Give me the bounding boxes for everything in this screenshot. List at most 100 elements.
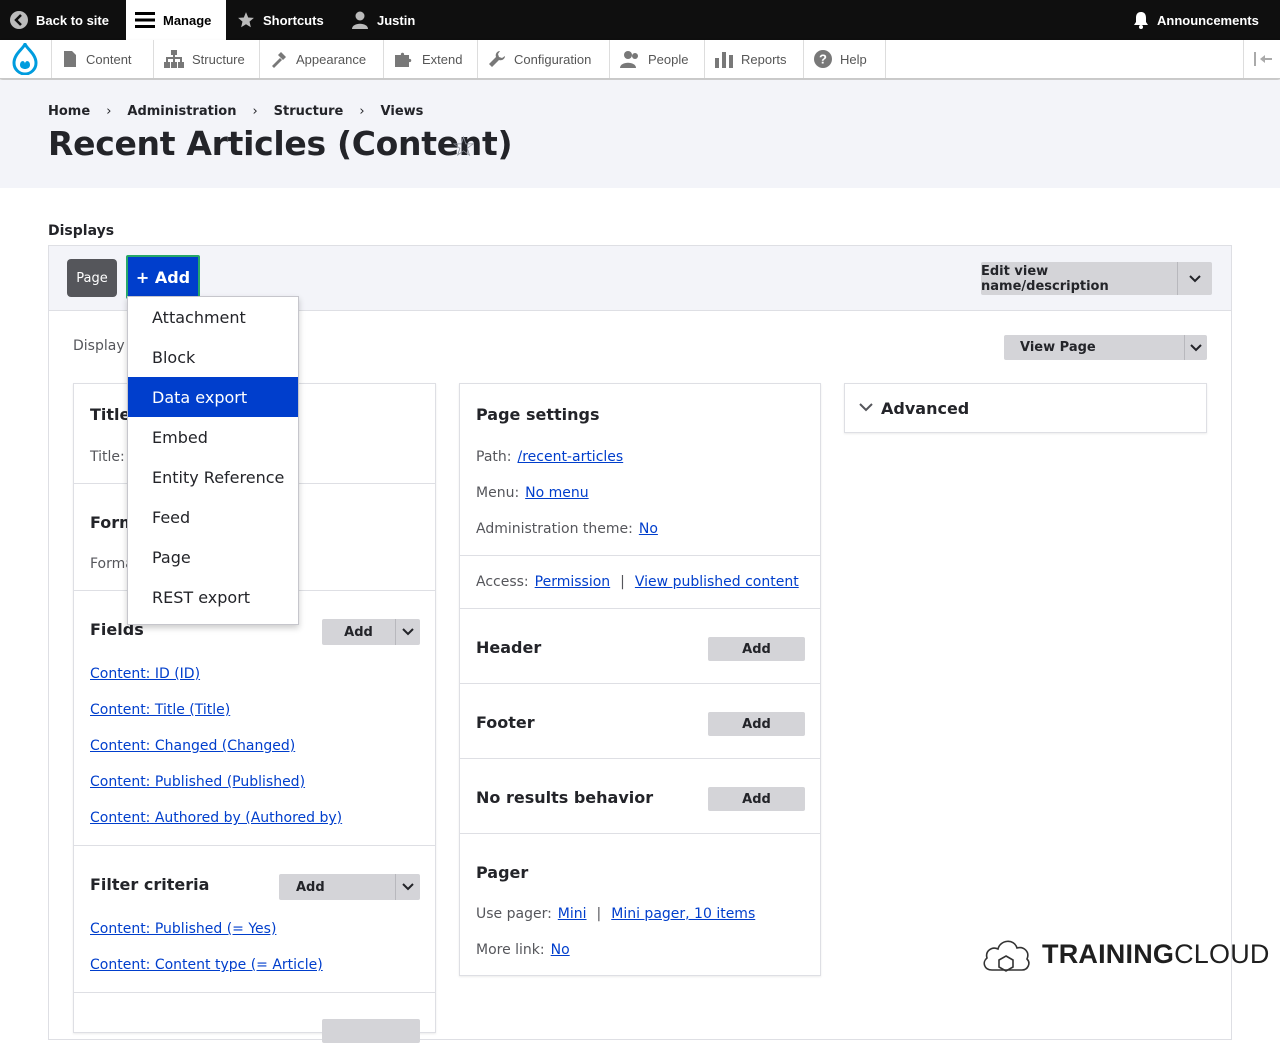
- star-icon: [238, 12, 254, 28]
- puzzle-icon: [395, 52, 412, 67]
- view-page-dropbutton: View Page: [1004, 335, 1207, 360]
- breadcrumb-structure[interactable]: Structure: [274, 104, 344, 119]
- field-link-published[interactable]: Content: Published (Published): [90, 774, 305, 790]
- trainingcloud-logo: TRAININGCLOUD: [980, 934, 1270, 974]
- drupal-home-link[interactable]: [0, 40, 52, 78]
- add-display-menu: Attachment Block Data export Embed Entit…: [127, 296, 299, 625]
- tray-label-configuration: Configuration: [514, 51, 592, 67]
- breadcrumb-home[interactable]: Home: [48, 104, 90, 119]
- page-settings-section: Page settings Path: /recent-articles Menu…: [460, 384, 820, 556]
- view-page-toggle[interactable]: [1184, 335, 1207, 360]
- tray-item-content[interactable]: Content: [52, 40, 154, 78]
- advanced-section[interactable]: Advanced: [844, 383, 1207, 433]
- tray-item-reports[interactable]: Reports: [705, 40, 804, 78]
- field-link-changed[interactable]: Content: Changed (Changed): [90, 738, 295, 754]
- page-header: Home › Administration › Structure › View…: [0, 80, 1280, 188]
- wordmark-light: CLOUD: [1174, 938, 1270, 969]
- wrench-icon: [489, 51, 505, 67]
- advanced-heading: Advanced: [881, 399, 970, 418]
- fields-add-toggle[interactable]: [395, 619, 420, 645]
- display-tab-page[interactable]: Page: [67, 259, 117, 297]
- pipe-separator: |: [620, 574, 625, 590]
- more-link-link[interactable]: No: [551, 942, 570, 958]
- filter-add-dropbutton: Add: [279, 874, 420, 900]
- page-title: Recent Articles (Content): [48, 124, 513, 163]
- bell-icon: [1134, 12, 1148, 29]
- menu-item-page[interactable]: Page: [128, 537, 298, 577]
- header-add-button[interactable]: Add: [708, 637, 805, 661]
- breadcrumb-views[interactable]: Views: [381, 104, 424, 119]
- tray-item-configuration[interactable]: Configuration: [478, 40, 610, 78]
- access-view-published-link[interactable]: View published content: [635, 574, 799, 590]
- tray-item-structure[interactable]: Structure: [154, 40, 260, 78]
- filter-add-toggle[interactable]: [395, 874, 420, 900]
- no-results-section: No results behavior Add: [460, 759, 820, 834]
- manage-tab[interactable]: Manage: [126, 0, 226, 40]
- menu-item-attachment[interactable]: Attachment: [128, 297, 298, 337]
- sort-add-button[interactable]: [322, 1019, 420, 1043]
- header-section: Header Add: [460, 609, 820, 684]
- tray-item-help[interactable]: ? Help: [804, 40, 886, 78]
- user-icon: [352, 11, 368, 29]
- filter-link-published[interactable]: Content: Published (= Yes): [90, 921, 276, 937]
- menu-link[interactable]: No menu: [525, 485, 589, 501]
- footer-heading: Footer: [476, 713, 535, 732]
- fields-add-dropbutton: Add: [322, 619, 420, 645]
- tray-item-appearance[interactable]: Appearance: [260, 40, 384, 78]
- filter-add-button[interactable]: Add: [279, 874, 395, 900]
- tray-item-people[interactable]: People: [610, 40, 705, 78]
- help-icon: ?: [814, 50, 832, 68]
- edit-view-toggle[interactable]: [1177, 262, 1212, 295]
- use-pager-mini-link[interactable]: Mini: [558, 906, 587, 922]
- more-link-label: More link:: [476, 942, 545, 958]
- shortcuts-label: Shortcuts: [263, 12, 324, 28]
- announcements-label: Announcements: [1157, 12, 1259, 28]
- displays-label: Displays: [48, 223, 115, 239]
- tray-label-extend: Extend: [422, 51, 463, 67]
- menu-item-feed[interactable]: Feed: [128, 497, 298, 537]
- drupal-logo-icon: [12, 43, 38, 75]
- user-tab[interactable]: Justin: [351, 0, 415, 40]
- field-link-title[interactable]: Content: Title (Title): [90, 702, 230, 718]
- menu-item-data-export[interactable]: Data export: [128, 377, 298, 417]
- edit-view-button[interactable]: Edit view name/description: [981, 262, 1177, 295]
- breadcrumb-separator: ›: [106, 104, 112, 119]
- cloud-icon: [983, 940, 1030, 972]
- tray-label-help: Help: [840, 51, 867, 67]
- access-section: Access: Permission | View published content: [460, 556, 820, 609]
- tray-orientation-toggle[interactable]: [1243, 40, 1280, 78]
- shortcuts-tab[interactable]: Shortcuts: [237, 0, 324, 40]
- field-link-id[interactable]: Content: ID (ID): [90, 666, 200, 682]
- fields-section: Fields Add Content: ID (ID) Content: Tit…: [74, 591, 435, 846]
- field-link-authored-by[interactable]: Content: Authored by (Authored by): [90, 810, 342, 826]
- no-results-add-button[interactable]: Add: [708, 787, 805, 811]
- menu-item-embed[interactable]: Embed: [128, 417, 298, 457]
- back-to-site-link[interactable]: Back to site: [10, 0, 109, 40]
- tray-label-reports: Reports: [741, 51, 787, 67]
- brush-icon: [272, 52, 286, 68]
- footer-add-button[interactable]: Add: [708, 712, 805, 736]
- tray-label-appearance: Appearance: [296, 51, 367, 67]
- add-display-button[interactable]: + Add: [126, 255, 200, 299]
- manage-label: Manage: [163, 12, 212, 28]
- structure-icon: [164, 50, 184, 68]
- view-page-button[interactable]: View Page: [1004, 335, 1184, 360]
- back-to-site-label: Back to site: [36, 12, 109, 28]
- fields-add-button[interactable]: Add: [322, 619, 395, 645]
- trainingcloud-wordmark: TRAININGCLOUD: [1042, 939, 1270, 970]
- menu-item-rest-export[interactable]: REST export: [128, 577, 298, 617]
- breadcrumb-administration[interactable]: Administration: [127, 104, 236, 119]
- menu-item-block[interactable]: Block: [128, 337, 298, 377]
- filter-link-content-type[interactable]: Content: Content type (= Article): [90, 957, 323, 973]
- edit-view-dropbutton: Edit view name/description: [981, 262, 1212, 295]
- chevron-down-icon: [859, 403, 873, 412]
- admin-theme-link[interactable]: No: [639, 521, 658, 537]
- path-link[interactable]: /recent-articles: [517, 449, 623, 465]
- favorite-star-icon[interactable]: ☆: [451, 130, 476, 163]
- announcements-tab[interactable]: Announcements: [1133, 0, 1259, 40]
- tray-item-extend[interactable]: Extend: [384, 40, 478, 78]
- menu-item-entity-reference[interactable]: Entity Reference: [128, 457, 298, 497]
- mini-pager-items-link[interactable]: Mini pager, 10 items: [611, 906, 755, 922]
- filter-criteria-section: Filter criteria Add Content: Published (…: [74, 846, 435, 993]
- access-permission-link[interactable]: Permission: [535, 574, 611, 590]
